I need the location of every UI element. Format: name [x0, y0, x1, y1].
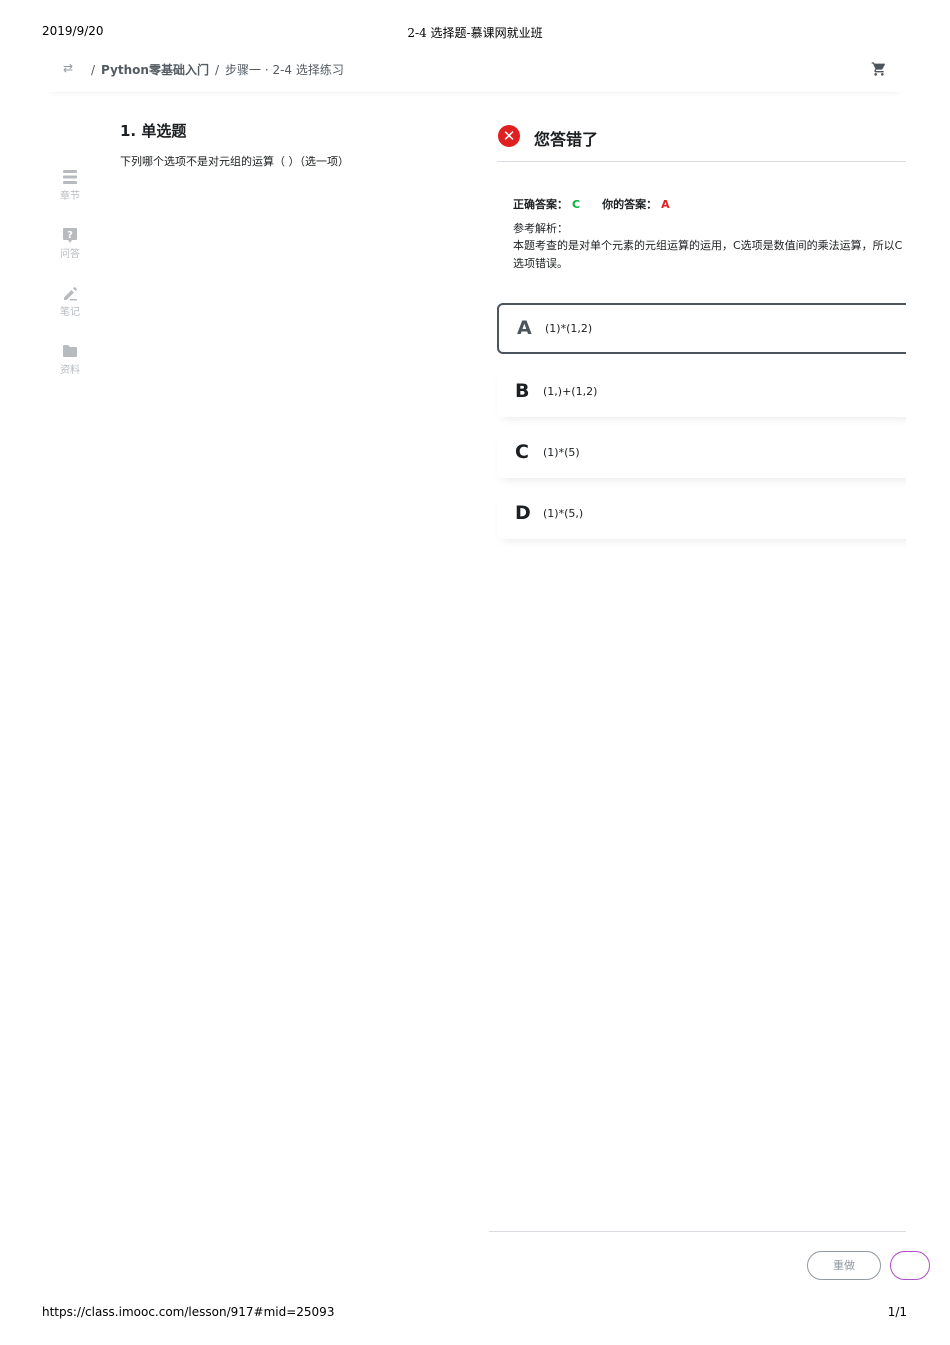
sidebar-item-label: 资料 [60, 365, 80, 376]
pencil-icon [64, 287, 77, 301]
page-edge [906, 0, 950, 1290]
option-b[interactable]: B (1,)+(1,2) [497, 366, 917, 417]
correct-answer-label: 正确答案： [513, 198, 568, 211]
divider [497, 161, 906, 162]
next-button[interactable] [890, 1251, 930, 1280]
answer-summary: 正确答案： C 你的答案： A [513, 196, 670, 212]
question-text: 下列哪个选项不是对元组的运算（ ）（选一项） [120, 155, 349, 168]
sidebar-item-qa[interactable]: ? 问答 [45, 226, 95, 260]
analysis-label: 参考解析： [513, 222, 568, 235]
option-text: (1)*(5) [543, 446, 580, 459]
sidebar-item-resources[interactable]: 资料 [45, 342, 95, 376]
question-icon: ? [63, 228, 77, 243]
print-url: https://class.imooc.com/lesson/917#mid=2… [42, 1305, 335, 1319]
option-text: (1)*(5,) [543, 507, 584, 520]
sidebar-item-notes[interactable]: 笔记 [45, 284, 95, 318]
svg-text:?: ? [67, 230, 73, 241]
breadcrumb-separator: / [91, 63, 96, 77]
question-title: 1. 单选题 [120, 122, 187, 140]
option-letter: B [515, 380, 530, 402]
wrong-icon: ✕ [498, 125, 520, 147]
breadcrumb: / Python零基础入门 / 步骤一 · 2-4 选择练习 [85, 61, 344, 78]
list-icon [63, 170, 77, 184]
option-text: (1,)+(1,2) [543, 385, 598, 398]
breadcrumb-separator: / [214, 63, 220, 77]
your-answer-label: 你的答案： [602, 198, 658, 211]
analysis-text: 本题考查的是对单个元素的元组运算的运用，C选项是数值间的乘法运算，所以C选项错误… [513, 239, 903, 270]
sidebar-item-label: 笔记 [60, 307, 80, 318]
option-letter: C [515, 441, 529, 463]
sidebar: 章节 ? 问答 笔记 资料 [45, 92, 95, 1282]
redo-button[interactable]: 重做 [807, 1251, 881, 1280]
cart-icon[interactable] [871, 61, 887, 77]
top-bar: ⇄ / Python零基础入门 / 步骤一 · 2-4 选择练习 [45, 52, 905, 92]
option-a[interactable]: A (1)*(1,2) [497, 303, 917, 354]
option-letter: A [517, 317, 532, 339]
sidebar-item-label: 章节 [60, 191, 80, 202]
option-text: (1)*(1,2) [545, 322, 593, 335]
print-title: 2-4 选择题-慕课网就业班 [407, 26, 543, 40]
divider [489, 1231, 906, 1232]
option-c[interactable]: C (1)*(5) [497, 427, 917, 478]
folder-icon [63, 345, 77, 357]
print-page-number: 1/1 [887, 1305, 907, 1319]
your-answer-value: A [661, 198, 670, 211]
result-status: 您答错了 [534, 130, 599, 149]
breadcrumb-lesson: 步骤一 · 2-4 选择练习 [225, 63, 344, 77]
option-letter: D [515, 502, 531, 524]
swap-icon[interactable]: ⇄ [61, 61, 75, 75]
correct-answer-value: C [572, 198, 581, 211]
sidebar-item-label: 问答 [60, 249, 80, 260]
option-d[interactable]: D (1)*(5,) [497, 488, 917, 539]
sidebar-item-chapters[interactable]: 章节 [45, 168, 95, 202]
breadcrumb-course[interactable]: Python零基础入门 [101, 63, 209, 77]
